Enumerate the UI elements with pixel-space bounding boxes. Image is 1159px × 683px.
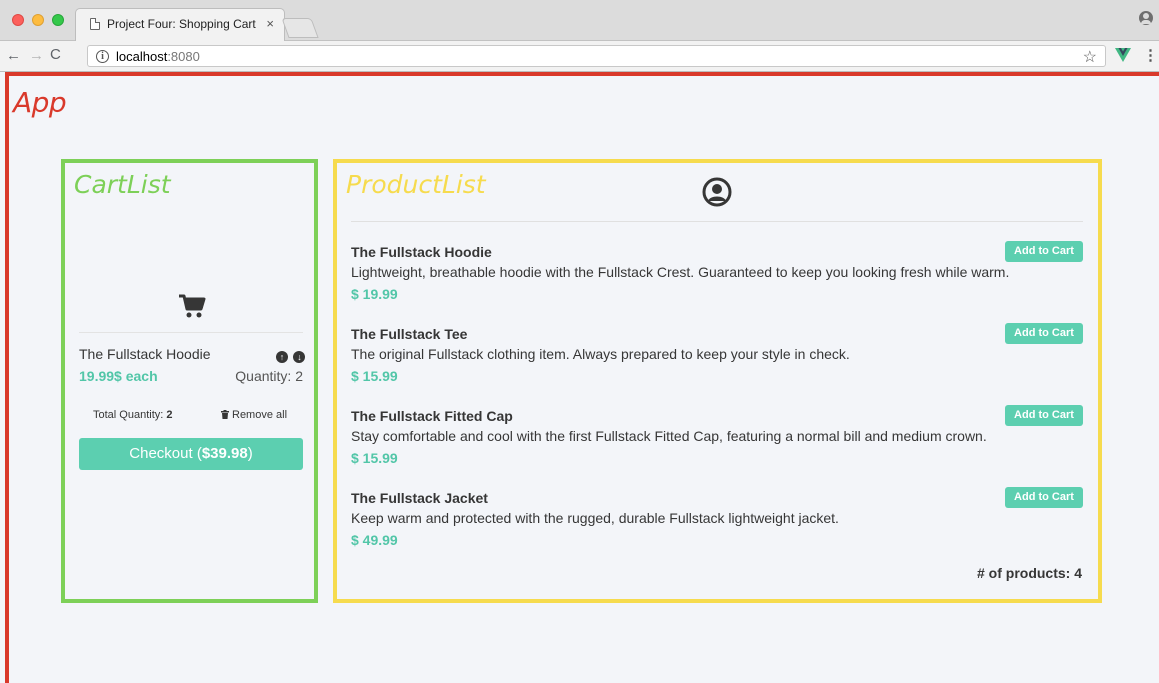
- cart-item-quantity: Quantity: 2: [235, 368, 303, 384]
- total-quantity: Total Quantity: 2: [93, 409, 173, 421]
- shopping-cart-icon: [179, 294, 206, 318]
- product-list-label: ProductList: [346, 170, 486, 199]
- product-price: $ 19.99: [351, 286, 398, 302]
- product-price: $ 49.99: [351, 532, 398, 548]
- tab-close-icon[interactable]: ×: [266, 16, 274, 31]
- cart-list-label: CartList: [74, 170, 171, 199]
- product-count: # of products: 4: [976, 565, 1082, 581]
- product-item: The Fullstack Fitted Cap Stay comfortabl…: [351, 405, 1083, 478]
- url-text[interactable]: localhost:8080: [116, 49, 200, 64]
- trash-icon: [221, 410, 229, 419]
- remove-all-button[interactable]: Remove all: [221, 409, 287, 421]
- add-to-cart-button[interactable]: Add to Cart: [1005, 487, 1083, 508]
- checkout-button[interactable]: Checkout ($39.98): [79, 438, 303, 470]
- product-description: The original Fullstack clothing item. Al…: [351, 346, 850, 362]
- window-zoom-button[interactable]: [52, 14, 64, 26]
- product-title: The Fullstack Jacket: [351, 490, 488, 506]
- info-icon[interactable]: i: [96, 50, 109, 63]
- product-price: $ 15.99: [351, 450, 398, 466]
- browser-tab[interactable]: Project Four: Shopping Cart ×: [75, 8, 285, 41]
- reload-icon[interactable]: C: [50, 46, 61, 63]
- product-title: The Fullstack Fitted Cap: [351, 408, 513, 424]
- product-title: The Fullstack Tee: [351, 326, 468, 342]
- product-title: The Fullstack Hoodie: [351, 244, 492, 260]
- remove-all-label: Remove all: [232, 409, 288, 421]
- product-item: The Fullstack Tee The original Fullstack…: [351, 323, 1083, 396]
- page-icon: [90, 18, 100, 30]
- tab-title: Project Four: Shopping Cart: [107, 17, 256, 31]
- product-description: Keep warm and protected with the rugged,…: [351, 510, 839, 526]
- address-bar[interactable]: i localhost:8080 ☆: [87, 45, 1106, 67]
- cart-item-name: The Fullstack Hoodie: [79, 346, 211, 362]
- vue-devtools-icon[interactable]: [1115, 47, 1131, 63]
- product-item: The Fullstack Jacket Keep warm and prote…: [351, 487, 1083, 560]
- total-quantity-label: Total Quantity:: [93, 409, 164, 421]
- add-to-cart-button[interactable]: Add to Cart: [1005, 405, 1083, 426]
- cart-item-price: 19.99$ each: [79, 368, 158, 384]
- profile-icon[interactable]: [1139, 11, 1153, 25]
- arrow-up-circle-icon[interactable]: ↑: [276, 351, 288, 363]
- star-icon[interactable]: ☆: [1083, 47, 1097, 67]
- arrow-down-circle-icon[interactable]: ↓: [293, 351, 306, 363]
- add-to-cart-button[interactable]: Add to Cart: [1005, 323, 1083, 344]
- quantity-controls: ↑ ↓: [275, 347, 306, 365]
- window-close-button[interactable]: [12, 14, 24, 26]
- browser-menu-icon[interactable]: ⋮: [1143, 46, 1158, 64]
- new-tab-button[interactable]: [281, 18, 319, 38]
- total-quantity-value: 2: [166, 409, 173, 421]
- product-description: Stay comfortable and cool with the first…: [351, 428, 987, 444]
- browser-tab-strip: Project Four: Shopping Cart ×: [0, 0, 1159, 41]
- browser-toolbar: ← → C i localhost:8080 ☆ ⋮: [0, 41, 1159, 72]
- back-arrow-icon[interactable]: ←: [6, 47, 21, 64]
- product-list-divider: [351, 221, 1083, 222]
- product-description: Lightweight, breathable hoodie with the …: [351, 264, 1010, 280]
- user-circle-icon[interactable]: [702, 177, 732, 207]
- window-minimize-button[interactable]: [32, 14, 44, 26]
- product-price: $ 15.99: [351, 368, 398, 384]
- app-label: App: [13, 86, 67, 119]
- product-item: The Fullstack Hoodie Lightweight, breath…: [351, 241, 1083, 314]
- cart-divider: [79, 332, 303, 333]
- add-to-cart-button[interactable]: Add to Cart: [1005, 241, 1083, 262]
- forward-arrow-icon[interactable]: →: [29, 47, 44, 64]
